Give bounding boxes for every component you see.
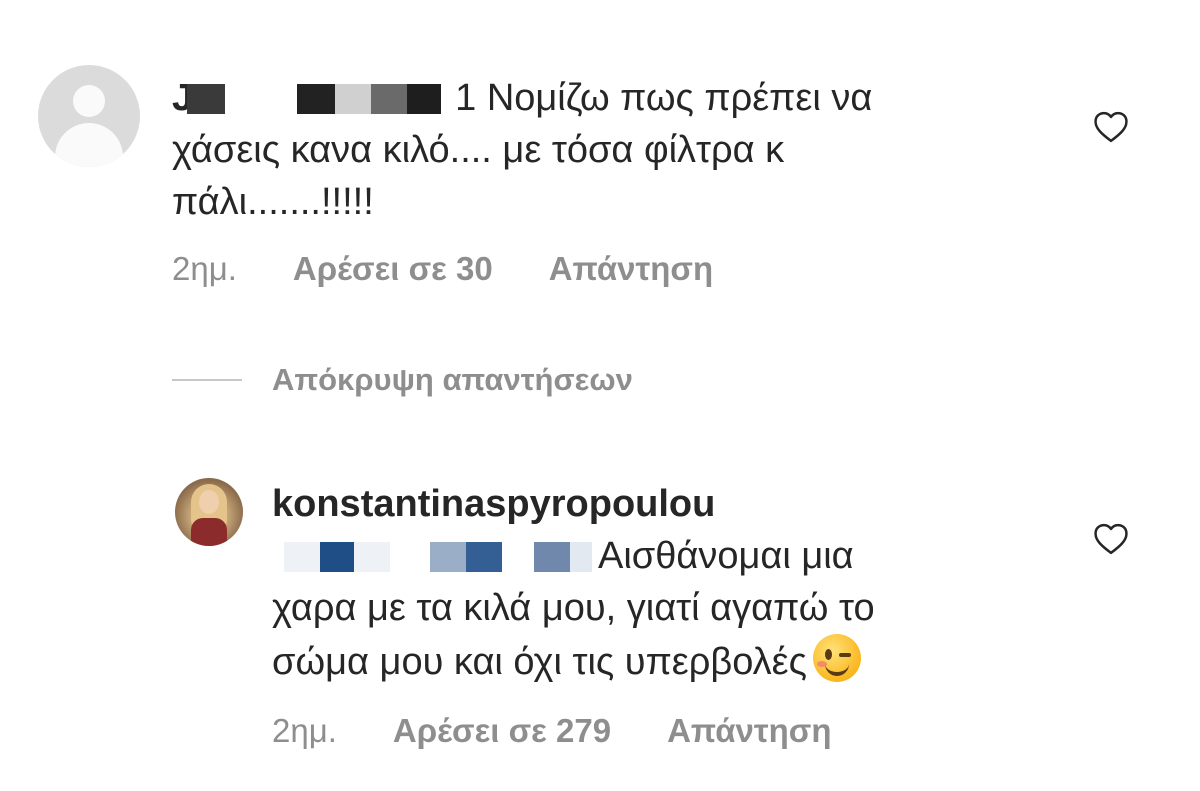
redacted-block bbox=[335, 84, 372, 114]
comment-1-time: 2ημ. bbox=[172, 250, 237, 287]
avatar-dress bbox=[191, 518, 227, 546]
comment-2-username[interactable]: konstantinaspyropoulou bbox=[272, 478, 715, 530]
hide-replies-divider bbox=[172, 379, 242, 381]
comment-2-meta: 2ημ. Αρέσει σε 279 Απάντηση bbox=[272, 712, 832, 750]
winking-face-emoji bbox=[812, 634, 861, 682]
avatar-shoulders bbox=[55, 123, 123, 167]
redacted-block bbox=[354, 542, 390, 572]
heart-outline-icon[interactable] bbox=[1092, 522, 1130, 556]
comment-2-text-line-1: Αισθάνομαι μια bbox=[598, 535, 854, 577]
redacted-block bbox=[297, 84, 336, 114]
redacted-block bbox=[534, 542, 570, 572]
hide-replies-toggle[interactable]: Απόκρυψη απαντήσεων bbox=[172, 362, 633, 398]
comment-2-reply-button[interactable]: Απάντηση bbox=[667, 712, 831, 750]
comment-1-text-line-3: πάλι.......!!!!! bbox=[172, 181, 374, 223]
redacted-block bbox=[407, 84, 442, 114]
redacted-block bbox=[187, 84, 226, 114]
comment-1-reply-button[interactable]: Απάντηση bbox=[549, 250, 713, 288]
comment-1-text-line-2: χάσεις κανα κιλό.... με τόσα φίλτρα κ bbox=[172, 129, 785, 171]
comment-2-time: 2ημ. bbox=[272, 712, 337, 749]
comment-1-likes-button[interactable]: Αρέσει σε 30 bbox=[293, 250, 493, 288]
comment-2-likes-button[interactable]: Αρέσει σε 279 bbox=[393, 712, 611, 750]
comment-2-text-line-3: σώμα μου και όχι τις υπερβολές bbox=[272, 641, 807, 683]
avatar-head bbox=[73, 85, 105, 117]
redacted-block bbox=[320, 542, 354, 572]
redacted-block bbox=[225, 84, 298, 114]
redacted-block bbox=[466, 542, 502, 572]
heart-outline-icon[interactable] bbox=[1092, 110, 1130, 144]
redacted-block bbox=[284, 542, 320, 572]
user-avatar[interactable] bbox=[175, 478, 243, 546]
avatar-face bbox=[199, 490, 219, 514]
comment-1-text-line-1: 1 Νομίζω πως πρέπει να bbox=[455, 77, 873, 119]
redacted-block bbox=[371, 84, 408, 114]
hide-replies-label: Απόκρυψη απαντήσεων bbox=[272, 362, 633, 397]
redacted-block bbox=[430, 542, 466, 572]
comment-1-line-1: J1 Νομίζω πως πρέπει να bbox=[172, 72, 872, 124]
comment-2-line-1: Αισθάνομαι μια bbox=[284, 530, 854, 582]
comment-2-line-3: σώμα μου και όχι τις υπερβολές bbox=[272, 634, 861, 688]
default-user-icon[interactable] bbox=[38, 65, 140, 167]
comment-2-text-line-2: χαρα με τα κιλά μου, γιατί αγαπώ το bbox=[272, 587, 875, 629]
comment-1-meta: 2ημ. Αρέσει σε 30 Απάντηση bbox=[172, 250, 713, 288]
redacted-block bbox=[570, 542, 592, 572]
